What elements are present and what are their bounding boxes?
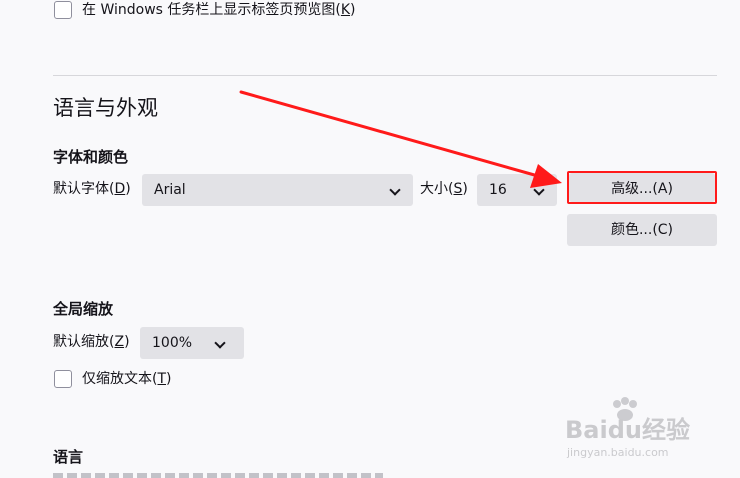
watermark-brand: Baidu经验 [565,416,690,444]
default-zoom-select[interactable]: 100% [140,327,244,359]
language-description-cutoff [53,473,383,478]
zoom-heading: 全局缩放 [53,300,114,318]
language-heading: 语言 [53,448,84,466]
zoom-text-only-checkbox[interactable] [54,370,72,388]
chevron-down-icon [214,337,226,349]
default-zoom-value: 100% [152,335,193,351]
zoom-text-only-label: 仅缩放文本(T) [82,371,172,387]
watermark-url: jingyan.baidu.com [567,446,669,459]
default-zoom-label: 默认缩放(Z) [53,334,130,350]
